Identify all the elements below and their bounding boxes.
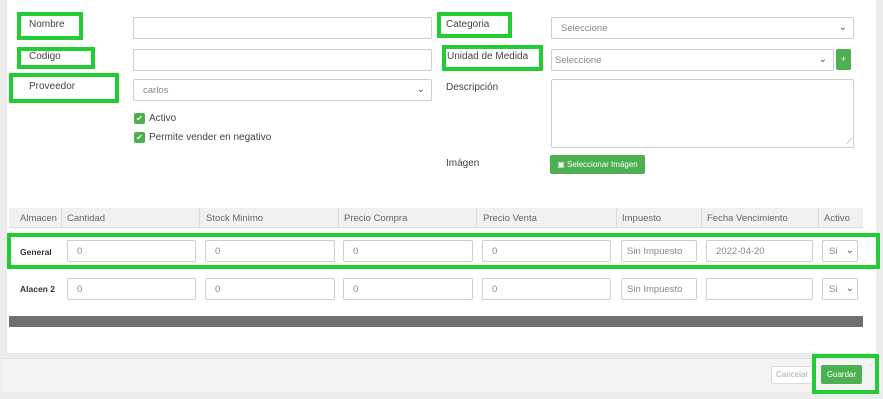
stock-minimo-input[interactable]: 0: [205, 278, 335, 300]
select-image-label: Seleccionar Imágen: [567, 160, 638, 169]
add-unidad-button[interactable]: +: [836, 49, 851, 70]
resize-handle-icon[interactable]: ⟋: [846, 138, 852, 146]
highlight-box: [17, 12, 83, 40]
check-icon: ✔: [136, 114, 143, 123]
table-header: Almacen Cantidad Stock Minimo Precio Com…: [9, 208, 863, 228]
negativo-checkbox[interactable]: ✔: [134, 132, 145, 143]
proveedor-value: carlos: [143, 85, 169, 96]
header-divider: [199, 208, 200, 228]
activo-select[interactable]: Si ⌄: [822, 278, 858, 300]
fecha-vencimiento-input[interactable]: [706, 278, 813, 300]
check-icon: ✔: [136, 133, 143, 142]
header-divider: [616, 208, 617, 228]
highlight-box: [9, 73, 119, 103]
select-image-button[interactable]: ▣ Seleccionar Imágen: [550, 155, 645, 174]
th-impuesto: Impuesto: [622, 213, 662, 224]
descripcion-label: Descripción: [446, 82, 499, 93]
cancel-button[interactable]: Cancelar: [771, 366, 813, 384]
header-divider: [338, 208, 339, 228]
horizontal-scrollbar[interactable]: [9, 316, 863, 327]
highlight-box: [812, 354, 879, 394]
cantidad-input[interactable]: 0: [67, 278, 196, 300]
th-fecha-vencimiento: Fecha Vencimiento: [707, 213, 788, 224]
chevron-down-icon: ⌄: [416, 84, 425, 95]
codigo-input[interactable]: [133, 49, 432, 71]
nombre-input[interactable]: [133, 17, 432, 39]
highlight-box: [437, 12, 512, 38]
th-almacen: Almacen: [20, 213, 57, 224]
precio-venta-input[interactable]: 0: [482, 278, 611, 300]
precio-compra-input[interactable]: 0: [343, 278, 473, 300]
chevron-down-icon: ⌄: [818, 54, 827, 65]
highlight-box: [442, 45, 543, 71]
categoria-select[interactable]: Seleccione ⌄: [551, 17, 854, 39]
highlight-box: [7, 233, 880, 269]
header-divider: [818, 208, 819, 228]
modal-footer: [2, 358, 881, 392]
chevron-down-icon: ⌄: [838, 22, 847, 33]
categoria-value: Seleccione: [561, 23, 608, 34]
th-stock-minimo: Stock Minimo: [206, 213, 264, 224]
th-cantidad: Cantidad: [67, 213, 106, 224]
unidad-select[interactable]: Seleccione ⌄: [551, 49, 834, 71]
th-activo: Activo: [824, 213, 850, 224]
highlight-box: [17, 47, 95, 69]
header-divider: [61, 208, 62, 228]
descripcion-textarea[interactable]: ⟋: [551, 79, 854, 148]
impuesto-select[interactable]: Sin Impuesto: [621, 278, 697, 300]
unidad-value: Seleccione: [555, 55, 602, 66]
th-precio-venta: Precio Venta: [483, 213, 537, 224]
activo-label: Activo: [149, 113, 177, 124]
chevron-down-icon: ⌄: [845, 283, 854, 294]
row-almacen: Alacen 2: [20, 284, 55, 294]
th-precio-compra: Precio Compra: [344, 213, 408, 224]
proveedor-select[interactable]: carlos ⌄: [133, 79, 432, 101]
negativo-label: Permite vender en negativo: [149, 132, 272, 143]
header-divider: [476, 208, 477, 228]
image-icon: ▣: [557, 160, 565, 169]
activo-value: Si: [829, 284, 838, 295]
header-divider: [701, 208, 702, 228]
imagen-label: Imágen: [446, 158, 480, 169]
activo-checkbox[interactable]: ✔: [134, 113, 145, 124]
